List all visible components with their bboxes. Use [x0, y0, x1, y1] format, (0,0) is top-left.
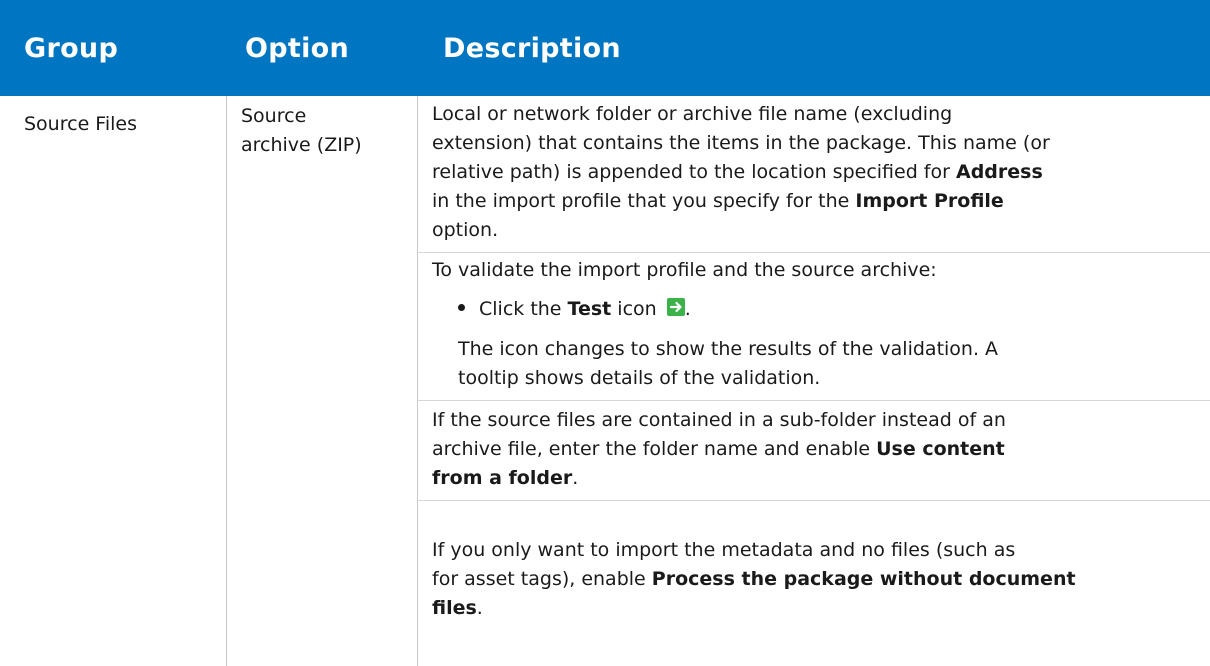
desc-p5-line-3-text: . — [476, 597, 483, 619]
process-package-term: Process the package without document — [651, 568, 1076, 590]
desc-p1-line-4-text: in the import profile that you specify f… — [432, 190, 856, 212]
bullet-text-c: icon — [611, 298, 663, 320]
description-paragraph-5: If you only want to import the metadata … — [432, 536, 1192, 623]
description-paragraph-2: To validate the import profile and the s… — [432, 259, 937, 281]
address-term: Address — [955, 161, 1043, 183]
option-line-2: archive (ZIP) — [241, 134, 362, 156]
group-cell: Source Files — [24, 113, 137, 135]
desc-p4-line-1: If the source files are contained in a s… — [432, 409, 1006, 431]
desc-p4-line-2-text: archive file, enter the folder name and … — [432, 438, 877, 460]
options-table: Group Option Description Source Files So… — [0, 0, 1210, 666]
bullet-text-d: . — [684, 298, 691, 320]
paragraph-separator — [417, 500, 1210, 501]
files-term: files — [432, 597, 477, 619]
header-description: Description — [443, 32, 621, 64]
description-paragraph-3: The icon changes to show the results of … — [458, 335, 1198, 393]
desc-p1-line-4: in the import profile that you specify f… — [432, 187, 1192, 216]
desc-p4-line-3: from a folder. — [432, 464, 1192, 493]
option-cell: Source archive (ZIP) — [241, 102, 421, 160]
test-term: Test — [567, 298, 612, 320]
from-folder-term: from a folder — [432, 467, 573, 489]
paragraph-separator — [417, 400, 1210, 401]
use-content-term: Use content — [876, 438, 1005, 460]
desc-p3-line-2: tooltip shows details of the validation. — [458, 367, 821, 389]
header-option: Option — [245, 32, 350, 64]
column-divider-1 — [226, 96, 227, 666]
desc-p5-line-1: If you only want to import the metadata … — [432, 539, 1016, 561]
bullet-text-a: Click the — [479, 298, 568, 320]
desc-p5-line-2: for asset tags), enable Process the pack… — [432, 565, 1192, 594]
test-arrow-icon — [666, 297, 685, 316]
paragraph-separator — [417, 252, 1210, 253]
option-line-1: Source — [241, 105, 307, 127]
header-group: Group — [24, 32, 119, 64]
bullet-dot — [458, 304, 465, 311]
description-paragraph-1: Local or network folder or archive file … — [432, 100, 1192, 245]
import-profile-term: Import Profile — [855, 190, 1004, 212]
desc-p1-line-1: Local or network folder or archive file … — [432, 103, 953, 125]
desc-p1-line-3-text: relative path) is appended to the locati… — [432, 161, 956, 183]
table-header: Group Option Description — [0, 0, 1210, 96]
desc-p1-line-5: option. — [432, 219, 499, 241]
desc-p5-line-2-text: for asset tags), enable — [432, 568, 652, 590]
desc-p1-line-2: extension) that contains the items in th… — [432, 132, 1050, 154]
desc-p4-line-3-text: . — [572, 467, 579, 489]
desc-p4-line-2: archive file, enter the folder name and … — [432, 435, 1192, 464]
desc-p1-line-3: relative path) is appended to the locati… — [432, 158, 1192, 187]
description-paragraph-4: If the source files are contained in a s… — [432, 406, 1192, 493]
test-bullet: Click the Test icon . — [458, 295, 691, 324]
desc-p5-line-3: files. — [432, 594, 1192, 623]
desc-p3-line-1: The icon changes to show the results of … — [458, 338, 999, 360]
column-divider-2 — [417, 96, 418, 666]
